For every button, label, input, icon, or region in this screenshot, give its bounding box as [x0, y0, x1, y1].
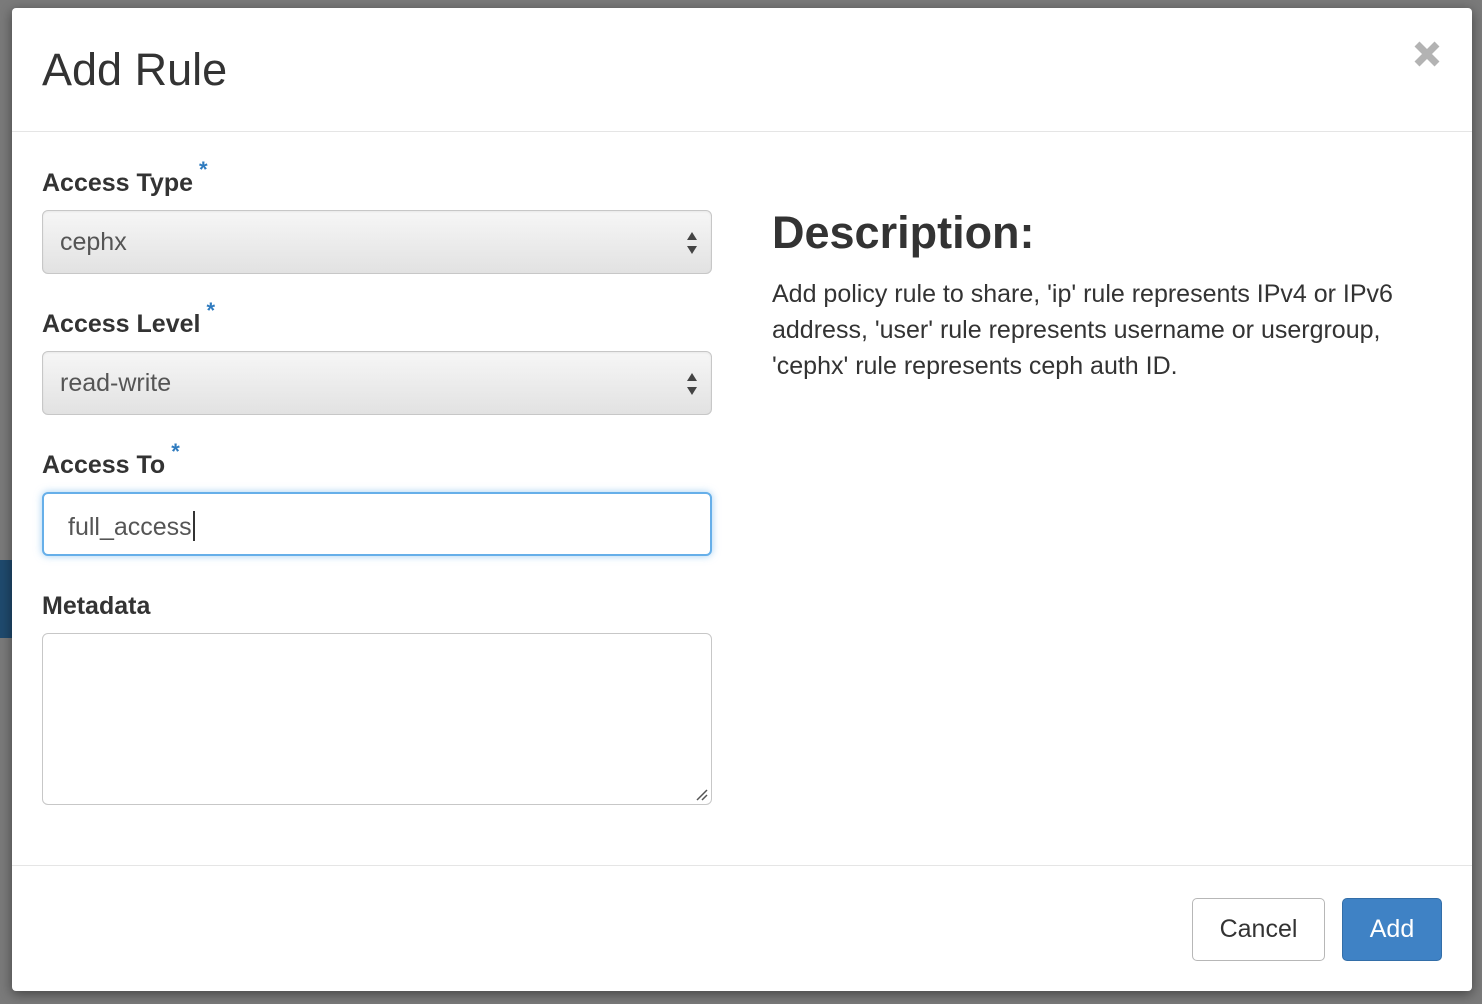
access-to-label: Access To *	[42, 439, 180, 480]
sort-arrows-icon	[685, 370, 699, 398]
cancel-button[interactable]: Cancel	[1192, 898, 1325, 961]
sort-arrows-icon	[685, 229, 699, 257]
access-type-selected-value: cephx	[60, 228, 127, 256]
access-to-value: full_access	[68, 511, 195, 542]
resize-handle-icon[interactable]	[694, 787, 708, 801]
close-icon[interactable]	[1412, 38, 1442, 70]
modal-title: Add Rule	[42, 44, 228, 95]
access-type-select[interactable]: cephx	[42, 210, 712, 274]
required-marker: *	[199, 157, 208, 182]
access-type-label-text: Access Type	[42, 169, 194, 197]
metadata-label: Metadata	[42, 592, 151, 620]
required-marker: *	[171, 439, 180, 464]
description-text: Add policy rule to share, 'ip' rule repr…	[772, 280, 1393, 380]
access-to-input[interactable]: full_access	[42, 492, 712, 556]
modal-body: Access Type * cephx Access Level * read-wr…	[12, 133, 1472, 865]
access-level-selected-value: read-write	[60, 369, 172, 397]
access-to-label-text: Access To	[42, 451, 166, 479]
metadata-textarea[interactable]	[42, 633, 712, 805]
modal-footer: Cancel Add	[12, 865, 1472, 991]
add-rule-modal: Add Rule Access Type * cephx Access Leve…	[12, 8, 1472, 991]
access-type-label: Access Type *	[42, 157, 208, 198]
access-level-select[interactable]: read-write	[42, 351, 712, 415]
required-marker: *	[206, 298, 216, 323]
access-level-label: Access Level *	[42, 298, 215, 339]
access-level-label-text: Access Level	[42, 310, 201, 338]
text-caret	[192, 511, 195, 541]
add-button[interactable]: Add	[1342, 898, 1442, 961]
access-to-value-text: full_access	[68, 513, 192, 541]
description-title: Description:	[772, 207, 1035, 258]
modal-header: Add Rule	[12, 8, 1472, 132]
backdrop-page-accent	[0, 560, 12, 638]
